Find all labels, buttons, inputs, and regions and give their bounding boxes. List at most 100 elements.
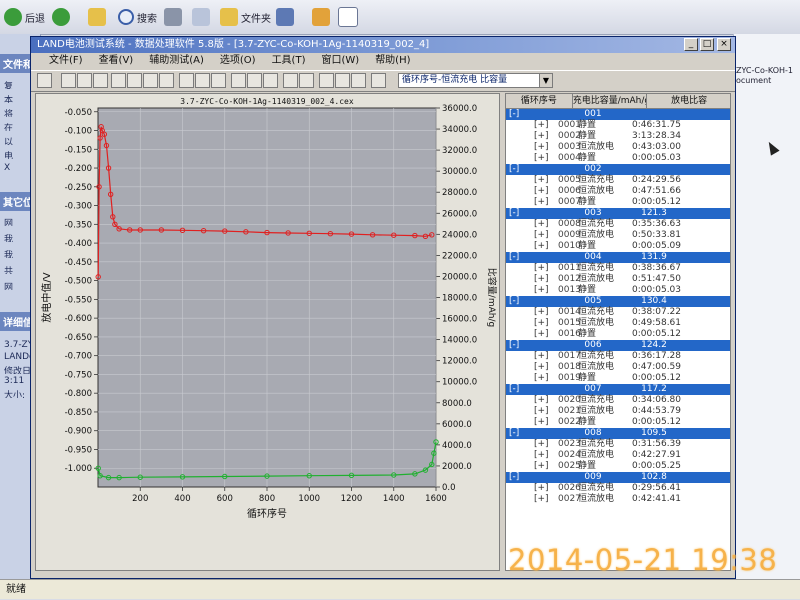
maximize-button[interactable]: □	[700, 38, 714, 51]
collapse-toggle-icon[interactable]: [-]	[509, 472, 519, 483]
grid-icon[interactable]	[179, 73, 194, 88]
step-row[interactable]: [+] 0019 静置 0:00:05.12	[506, 373, 730, 384]
menu-view[interactable]: 查看(V)	[99, 53, 134, 69]
list-icon[interactable]	[211, 73, 226, 88]
nav-forward-icon[interactable]	[77, 73, 92, 88]
zoom-icon[interactable]	[111, 73, 126, 88]
expand-toggle-icon[interactable]: [+]	[534, 318, 549, 329]
expand-toggle-icon[interactable]: [+]	[534, 450, 549, 461]
table-icon[interactable]	[195, 73, 210, 88]
collapse-toggle-icon[interactable]: [-]	[509, 208, 519, 219]
align-left-icon[interactable]	[231, 73, 246, 88]
step-row[interactable]: [+] 0010 静置 0:00:05.09	[506, 241, 730, 252]
step-row[interactable]: [+] 0024 恒流放电 0:42:27.91	[506, 450, 730, 461]
expand-toggle-icon[interactable]: [+]	[534, 373, 549, 384]
expand-toggle-icon[interactable]: [+]	[534, 241, 549, 252]
step-row[interactable]: [+] 0021 恒流放电 0:44:53.79	[506, 406, 730, 417]
print-icon[interactable]	[351, 73, 366, 88]
col-header-discharge-capacity[interactable]: 放电比容	[647, 94, 730, 108]
refresh-icon[interactable]	[93, 73, 108, 88]
expand-toggle-icon[interactable]: [+]	[534, 120, 549, 131]
expand-toggle-icon[interactable]: [+]	[534, 406, 549, 417]
menu-file[interactable]: 文件(F)	[49, 53, 83, 69]
curve-icon[interactable]	[299, 73, 314, 88]
menu-help[interactable]: 帮助(H)	[375, 53, 410, 69]
expand-toggle-icon[interactable]: [+]	[534, 483, 549, 494]
expand-toggle-icon[interactable]: [+]	[534, 131, 549, 142]
step-row[interactable]: [+] 0026 恒流充电 0:29:56.41	[506, 483, 730, 494]
back-button[interactable]: 后退	[4, 6, 45, 28]
forward-button[interactable]	[52, 6, 70, 28]
document-button[interactable]	[338, 6, 358, 28]
step-row[interactable]: [+] 0016 静置 0:00:05.12	[506, 329, 730, 340]
chart-panel[interactable]: 3.7-ZYC-Co-KOH-1Ag-1140319_002_4.cex -0.0…	[35, 93, 500, 571]
expand-toggle-icon[interactable]: [+]	[534, 230, 549, 241]
expand-toggle-icon[interactable]: [+]	[534, 329, 549, 340]
cycle-list-panel[interactable]: 循环序号 充电比容量/mAh/g 放电比容 [-] 001 [+] 0001 静置 0:4…	[505, 93, 731, 571]
step-row[interactable]: [+] 0020 恒流充电 0:34:06.80	[506, 395, 730, 406]
expand-toggle-icon[interactable]: [+]	[534, 351, 549, 362]
expand-toggle-icon[interactable]: [+]	[534, 175, 549, 186]
menu-tools[interactable]: 工具(T)	[272, 53, 306, 69]
open-file-icon[interactable]	[37, 73, 52, 88]
cycle-group-row[interactable]: [-] 003 121.3	[506, 208, 730, 219]
step-row[interactable]: [+] 0004 静置 0:00:05.03	[506, 153, 730, 164]
settings-icon[interactable]	[371, 73, 386, 88]
expand-toggle-icon[interactable]: [+]	[534, 186, 549, 197]
fit-width-icon[interactable]	[159, 73, 174, 88]
print-button[interactable]	[164, 6, 182, 28]
step-row[interactable]: [+] 0001 静置 0:46:31.75	[506, 120, 730, 131]
step-row[interactable]: [+] 0006 恒流放电 0:47:51.66	[506, 186, 730, 197]
step-row[interactable]: [+] 0018 恒流放电 0:47:00.59	[506, 362, 730, 373]
step-row[interactable]: [+] 0008 恒流充电 0:35:36.63	[506, 219, 730, 230]
step-row[interactable]: [+] 0015 恒流放电 0:49:58.61	[506, 318, 730, 329]
collapse-toggle-icon[interactable]: [-]	[509, 164, 519, 175]
col-header-cycle[interactable]: 循环序号	[506, 94, 573, 108]
step-row[interactable]: [+] 0014 恒流充电 0:38:07.22	[506, 307, 730, 318]
views-button[interactable]	[276, 6, 294, 28]
expand-toggle-icon[interactable]: [+]	[534, 197, 549, 208]
search-button[interactable]: 搜索	[118, 6, 157, 28]
fit-icon[interactable]	[143, 73, 158, 88]
minimize-button[interactable]: _	[684, 38, 698, 51]
menu-assist-test[interactable]: 辅助测试(A)	[149, 53, 204, 69]
col-header-charge-capacity[interactable]: 充电比容量/mAh/g	[573, 94, 648, 108]
collapse-toggle-icon[interactable]: [-]	[509, 109, 519, 120]
expand-toggle-icon[interactable]: [+]	[534, 439, 549, 450]
folders-button[interactable]: 文件夹	[220, 6, 271, 28]
cycle-group-row[interactable]: [-] 009 102.8	[506, 472, 730, 483]
select-icon[interactable]	[127, 73, 142, 88]
step-row[interactable]: [+] 0017 恒流充电 0:36:17.28	[506, 351, 730, 362]
cycle-group-row[interactable]: [-] 006 124.2	[506, 340, 730, 351]
expand-toggle-icon[interactable]: [+]	[534, 263, 549, 274]
cycle-group-row[interactable]: [-] 002	[506, 164, 730, 175]
folder-open-button[interactable]	[312, 6, 330, 28]
step-row[interactable]: [+] 0007 静置 0:00:05.12	[506, 197, 730, 208]
align-right-icon[interactable]	[263, 73, 278, 88]
collapse-toggle-icon[interactable]: [-]	[509, 296, 519, 307]
expand-toggle-icon[interactable]: [+]	[534, 219, 549, 230]
step-row[interactable]: [+] 0009 恒流放电 0:50:33.81	[506, 230, 730, 241]
step-row[interactable]: [+] 0022 静置 0:00:05.12	[506, 417, 730, 428]
collapse-toggle-icon[interactable]: [-]	[509, 384, 519, 395]
step-row[interactable]: [+] 0011 恒流充电 0:38:36.67	[506, 263, 730, 274]
expand-toggle-icon[interactable]: [+]	[534, 417, 549, 428]
align-center-icon[interactable]	[247, 73, 262, 88]
chevron-down-icon[interactable]: ▼	[539, 74, 552, 87]
collapse-toggle-icon[interactable]: [-]	[509, 252, 519, 263]
expand-toggle-icon[interactable]: [+]	[534, 362, 549, 373]
curve-type-select[interactable]: 循环序号-恒流充电 比容量 ▼	[398, 73, 553, 88]
menu-window[interactable]: 窗口(W)	[321, 53, 359, 69]
cycle-group-row[interactable]: [-] 005 130.4	[506, 296, 730, 307]
expand-toggle-icon[interactable]: [+]	[534, 307, 549, 318]
expand-toggle-icon[interactable]: [+]	[534, 494, 549, 505]
cycle-chart[interactable]: 3.7-ZYC-Co-KOH-1Ag-1140319_002_4.cex -0.0…	[36, 94, 499, 570]
cycle-group-row[interactable]: [-] 008 109.5	[506, 428, 730, 439]
step-row[interactable]: [+] 0013 静置 0:00:05.03	[506, 285, 730, 296]
copy-button[interactable]	[192, 6, 210, 28]
step-row[interactable]: [+] 0005 恒流充电 0:24:29.56	[506, 175, 730, 186]
chart-icon[interactable]	[283, 73, 298, 88]
cycle-group-row[interactable]: [-] 001	[506, 109, 730, 120]
stats-icon[interactable]	[319, 73, 334, 88]
export-icon[interactable]	[335, 73, 350, 88]
